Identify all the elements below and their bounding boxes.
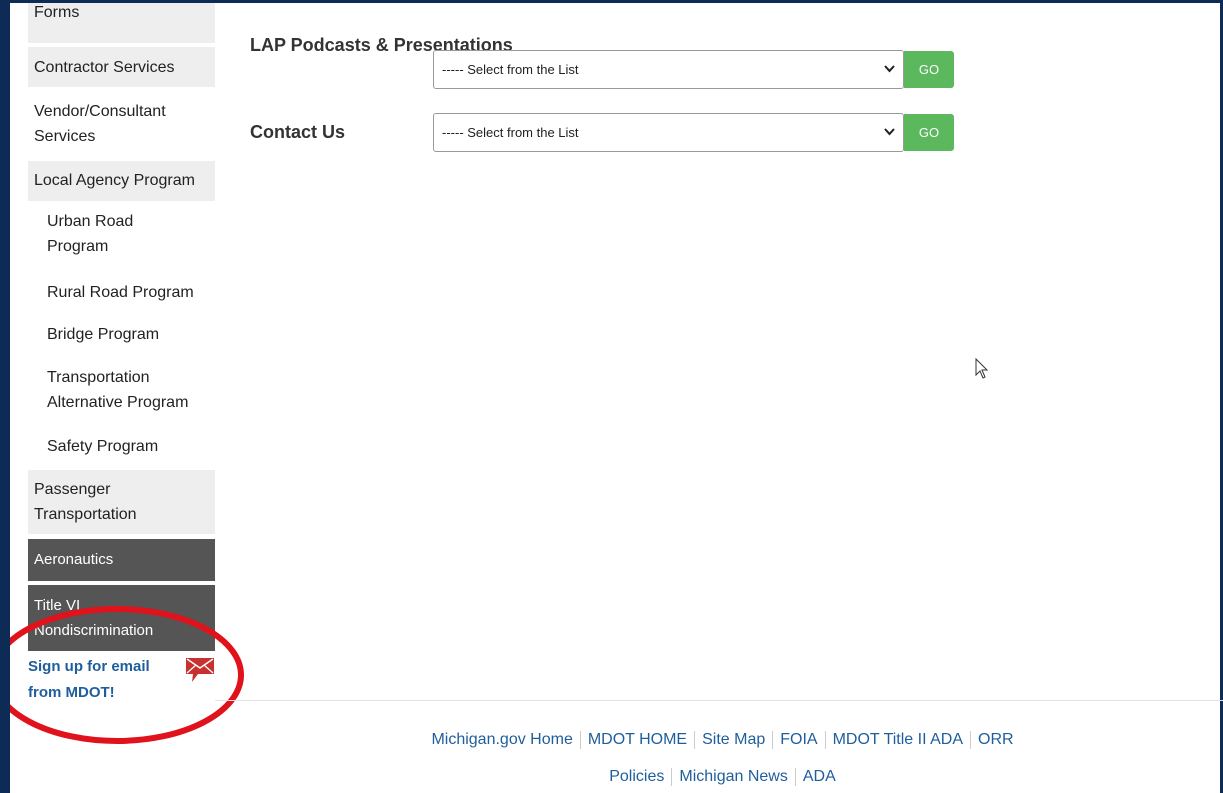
page-frame: Forms Contractor Services Vendor/Consult…: [0, 0, 1223, 793]
footer-divider: [215, 700, 1223, 701]
sidebar-item-aeronautics[interactable]: Aeronautics: [28, 539, 215, 581]
sidebar-item-local-agency-program[interactable]: Local Agency Program: [28, 161, 215, 201]
footer-link-orr[interactable]: ORR: [971, 731, 1021, 748]
contact-us-select[interactable]: ----- Select from the List: [433, 113, 904, 152]
sidebar-item-label: Forms: [34, 4, 80, 21]
sidebar-item-passenger-transportation[interactable]: Passenger Transportation: [28, 470, 215, 534]
footer-link-michigan-gov-home[interactable]: Michigan.gov Home: [424, 731, 579, 748]
contact-us-label: Contact Us: [250, 122, 346, 142]
footer-link-mdot-home[interactable]: MDOT HOME: [581, 731, 694, 748]
footer-link-site-map[interactable]: Site Map: [695, 731, 772, 748]
sidebar-item-label: Local Agency Program: [34, 172, 195, 189]
lap-podcasts-go-button[interactable]: GO: [904, 51, 954, 88]
email-signup-text: Sign up for email from MDOT!: [28, 658, 150, 701]
sidebar-item-label: Contractor Services: [34, 59, 175, 76]
footer-link-ada[interactable]: ADA: [796, 768, 843, 785]
sidebar-item-forms[interactable]: Forms: [28, 3, 215, 43]
sidebar-item-label: Rural Road Program: [47, 284, 194, 301]
footer-link-foia[interactable]: FOIA: [773, 731, 824, 748]
chevron-down-icon: [884, 128, 895, 136]
sidebar-item-safety-program[interactable]: Safety Program: [28, 434, 215, 462]
footer-link-mdot-title-ii-ada[interactable]: MDOT Title II ADA: [826, 731, 970, 748]
sidebar-nav: Forms Contractor Services Vendor/Consult…: [28, 3, 215, 703]
sidebar-item-label: Title VI Nondiscrimination: [34, 597, 154, 639]
sidebar-item-bridge-program[interactable]: Bridge Program: [28, 322, 215, 350]
contact-us-go-button[interactable]: GO: [904, 114, 954, 151]
mouse-cursor-icon: [975, 358, 989, 379]
sidebar-item-label: Aeronautics: [34, 551, 114, 568]
sidebar-item-label: Urban Road Program: [47, 213, 134, 255]
sidebar-item-vendor-consultant-services[interactable]: Vendor/Consultant Services: [28, 91, 178, 157]
sidebar-item-urban-road-program[interactable]: Urban Road Program: [28, 209, 168, 265]
sidebar-item-label: Bridge Program: [47, 326, 160, 343]
sidebar-item-contractor-services[interactable]: Contractor Services: [28, 47, 215, 87]
sidebar-item-label: Transportation Alternative Program: [47, 369, 189, 411]
footer-link-policies[interactable]: Policies: [602, 768, 671, 785]
footer-links-row-1: Michigan.gov Home MDOT HOME Site Map FOIA MD…: [215, 730, 1223, 750]
sidebar-item-rural-road-program[interactable]: Rural Road Program: [28, 280, 215, 308]
select-value: ----- Select from the List: [442, 62, 579, 77]
sidebar-item-transportation-alternative-program[interactable]: Transportation Alternative Program: [28, 365, 215, 421]
chevron-down-icon: [884, 65, 895, 73]
footer-link-michigan-news[interactable]: Michigan News: [672, 768, 794, 785]
sidebar-item-label: Vendor/Consultant Services: [34, 103, 166, 145]
sidebar-item-title-vi-nondiscrimination[interactable]: Title VI Nondiscrimination: [28, 585, 215, 651]
footer-links-row-2: Policies Michigan News ADA: [215, 767, 1223, 787]
sidebar-item-label: Safety Program: [47, 438, 159, 455]
select-value: ----- Select from the List: [442, 125, 579, 140]
email-signup-link[interactable]: Sign up for email from MDOT!: [28, 654, 215, 704]
lap-podcasts-select[interactable]: ----- Select from the List: [433, 50, 904, 89]
email-envelope-icon: [186, 658, 214, 682]
sidebar-item-label: Passenger Transportation: [34, 481, 137, 523]
